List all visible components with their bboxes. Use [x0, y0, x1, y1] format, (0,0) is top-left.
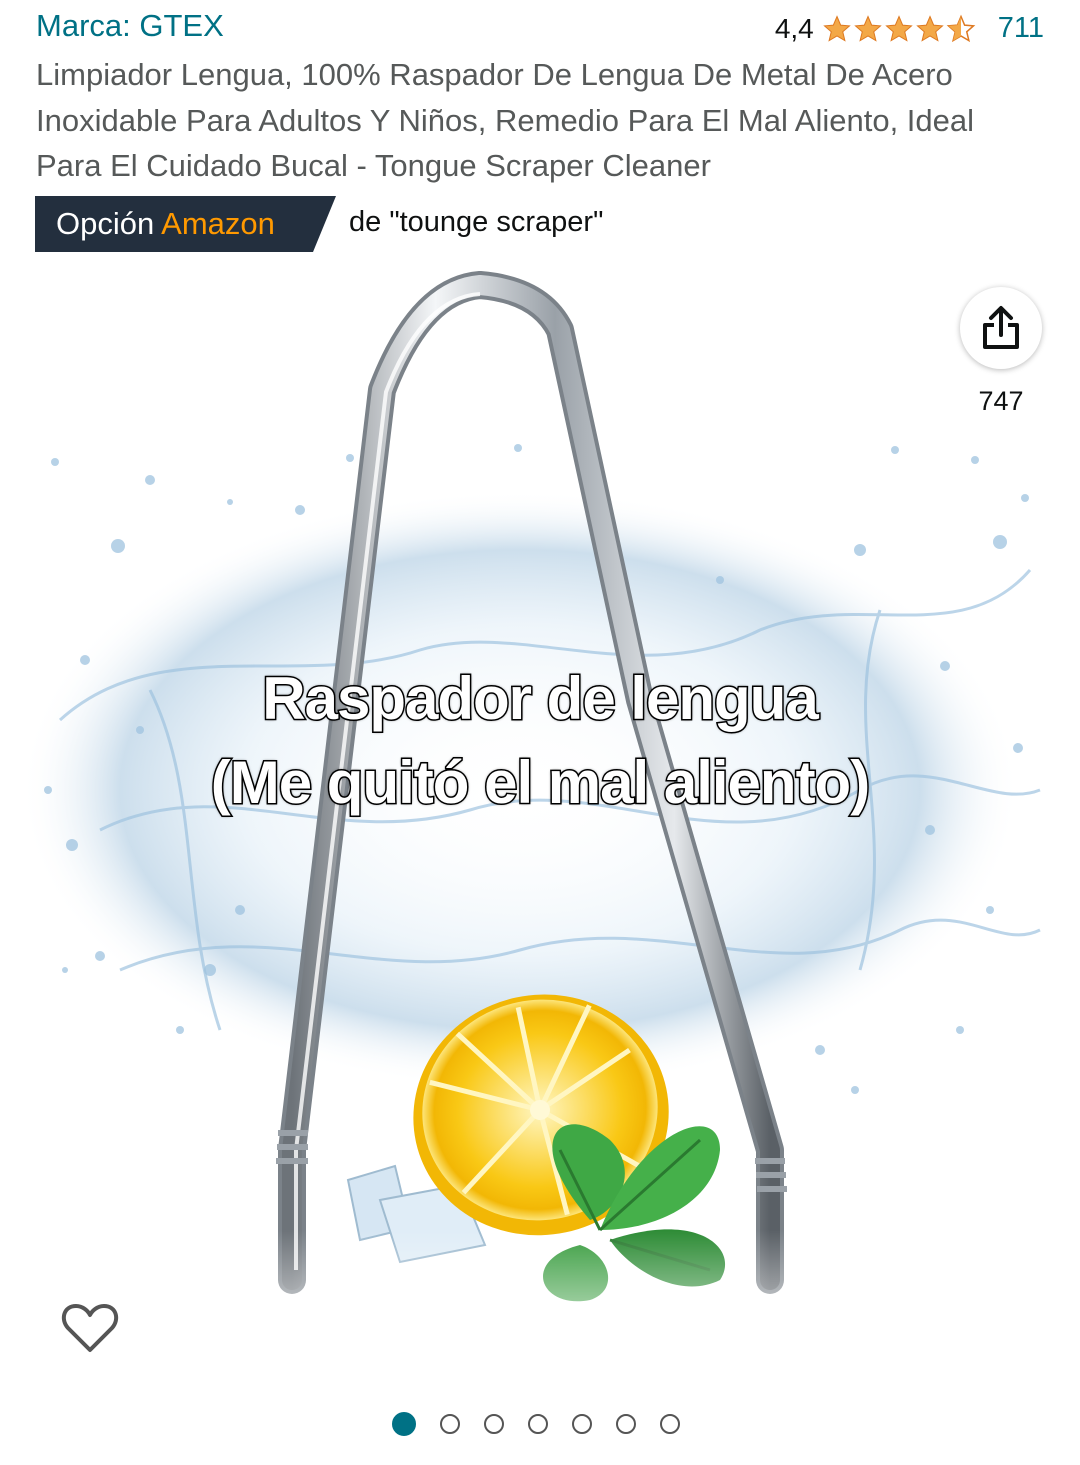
- badge-brand: Amazon: [161, 206, 275, 241]
- badge-keyword: de "tounge scraper": [349, 206, 604, 238]
- rating-summary[interactable]: 4,4 711: [775, 12, 1044, 45]
- brand-link[interactable]: Marca: GTEX: [36, 8, 224, 44]
- share-button[interactable]: [960, 287, 1042, 369]
- amazon-choice-badge[interactable]: Opción Amazon: [35, 196, 336, 252]
- star-rating: [822, 14, 976, 44]
- carousel-dot[interactable]: [660, 1414, 680, 1434]
- star-full-icon: [823, 14, 851, 42]
- star-full-icon: [854, 14, 882, 42]
- product-title: Limpiador Lengua, 100% Raspador De Lengu…: [36, 57, 975, 183]
- share-icon: [983, 306, 1019, 349]
- heart-icon[interactable]: [60, 1298, 120, 1358]
- share-count: 747: [978, 386, 1024, 416]
- rating-value: 4,4: [774, 12, 814, 44]
- star-full-icon: [885, 14, 913, 42]
- carousel-indicator[interactable]: [0, 1412, 1076, 1436]
- badge-prefix: Opción: [56, 206, 155, 241]
- carousel-dot[interactable]: [484, 1414, 504, 1434]
- carousel-dot[interactable]: [572, 1414, 592, 1434]
- rating-count-link[interactable]: 711: [998, 12, 1044, 45]
- carousel-dot[interactable]: [392, 1412, 416, 1436]
- star-full-icon: [916, 14, 944, 42]
- badge-text: Opción Amazon: [56, 206, 275, 242]
- image-caption-line1: Raspador de lengua: [261, 664, 820, 734]
- carousel-dot[interactable]: [440, 1414, 460, 1434]
- carousel-dot[interactable]: [616, 1414, 636, 1434]
- carousel-dot[interactable]: [528, 1414, 548, 1434]
- product-image[interactable]: [0, 270, 1080, 1380]
- image-caption-line2: (Me quitó el mal aliento): [209, 748, 871, 818]
- star-half-icon: [946, 14, 976, 42]
